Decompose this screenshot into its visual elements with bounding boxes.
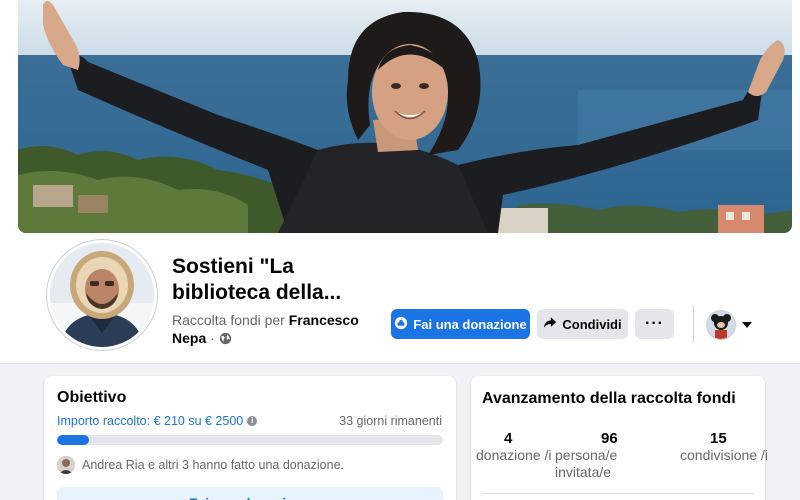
donate-button-label: Fai una donazione xyxy=(413,316,527,332)
stat-shares: 15 condivisione /i xyxy=(680,430,770,464)
stat-label: persona/e invitata/e xyxy=(555,447,618,480)
chevron-down-icon xyxy=(742,322,752,328)
share-button-label: Condividi xyxy=(562,316,622,332)
amount-raised[interactable]: Importo raccolto: € 210 su € 2500 i xyxy=(57,414,258,428)
subtitle-prefix: Raccolta fondi per xyxy=(172,312,285,328)
fundraiser-title: Sostieni "La biblioteca della... xyxy=(172,255,342,304)
goal-card: Obiettivo Importo raccolto: € 210 su € 2… xyxy=(44,376,456,500)
donation-icon xyxy=(394,316,408,333)
progress-heading: Avanzamento della raccolta fondi xyxy=(482,390,736,407)
cover-photo[interactable] xyxy=(18,0,792,233)
donors-text: Andrea Ria e altri 3 hanno fatto una don… xyxy=(82,458,344,472)
fundraiser-header: Sostieni "La biblioteca della... Raccolt… xyxy=(0,0,800,364)
share-button[interactable]: Condividi xyxy=(537,309,628,339)
donate-button[interactable]: Fai una donazione xyxy=(391,309,530,339)
recent-donors[interactable]: Andrea Ria e altri 3 hanno fatto una don… xyxy=(57,456,344,474)
amount-raised-text: Importo raccolto: € 210 su € 2500 xyxy=(57,414,244,428)
stat-value: 96 xyxy=(601,430,618,447)
page-avatar xyxy=(706,310,736,340)
goal-progress-bar xyxy=(57,435,443,445)
goal-progress-fill xyxy=(57,435,90,445)
days-remaining: 33 giorni rimanenti xyxy=(339,414,442,428)
progress-divider xyxy=(482,493,754,494)
info-icon[interactable]: i xyxy=(247,416,258,426)
more-options-button[interactable]: ··· xyxy=(635,309,674,339)
stat-label: condivisione /i xyxy=(680,447,768,463)
stat-label: donazione /i xyxy=(476,447,552,463)
goal-heading: Obiettivo xyxy=(57,389,127,406)
fundraiser-subtitle: Raccolta fondi per Francesco Nepa · xyxy=(172,311,382,349)
share-arrow-icon xyxy=(543,316,557,332)
stat-donations: 4 donazione /i xyxy=(476,430,566,464)
stat-value: 15 xyxy=(710,430,727,447)
globe-icon xyxy=(219,331,232,349)
stat-value: 4 xyxy=(504,430,513,447)
goal-donate-button[interactable]: Fai una donazione xyxy=(57,487,443,500)
profile-switcher[interactable] xyxy=(706,309,756,341)
donor-avatar xyxy=(57,456,75,474)
organizer-avatar[interactable] xyxy=(47,240,157,350)
progress-card: Avanzamento della raccolta fondi 4 donaz… xyxy=(471,376,768,500)
more-dots-icon: ··· xyxy=(645,315,664,332)
subtitle-separator: · xyxy=(210,330,215,346)
stat-invited: 96 persona/e invitata/e xyxy=(555,430,645,481)
header-divider xyxy=(693,306,694,342)
